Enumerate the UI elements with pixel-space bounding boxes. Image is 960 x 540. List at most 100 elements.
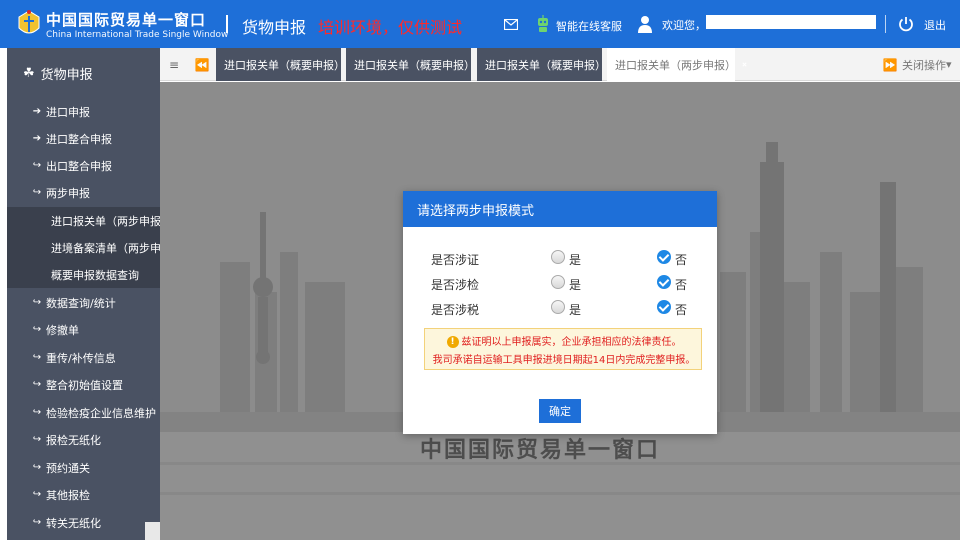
sign-out-icon: ↪ — [32, 462, 42, 473]
sidebar-item-resend-info[interactable]: ↪ 重传/补传信息 — [7, 344, 160, 371]
close-operations-dropdown[interactable]: 关闭操作 ▾ — [902, 48, 952, 81]
sidebar-item-export-integrated[interactable]: ↪ 出口整合申报 — [7, 152, 160, 179]
sidebar-item-label: 修撤单 — [46, 323, 79, 337]
user-name-redacted — [706, 15, 876, 29]
sidebar-item-paperless-inspection[interactable]: ↪ 报检无纸化 — [7, 426, 160, 453]
header-divider — [226, 15, 228, 33]
tab-label: 进口报关单（概要申报） — [224, 58, 345, 72]
sidebar-item-import-declaration[interactable]: ➔ 进口申报 — [7, 98, 160, 125]
sidebar-item-modify-withdraw[interactable]: ↪ 修撤单 — [7, 316, 160, 343]
radio-yes[interactable] — [551, 300, 565, 314]
sidebar-item-label: 进境备案清单（两步申报 — [51, 241, 160, 255]
sidebar-title[interactable]: ☘ 货物申报 — [7, 48, 160, 98]
sign-out-icon: ↪ — [32, 324, 42, 335]
user-icon — [638, 0, 652, 48]
online-service-link[interactable]: 智能在线客服 — [556, 18, 622, 34]
radio-yes[interactable] — [551, 250, 565, 264]
sidebar-item-two-step[interactable]: ↪ 两步申报 — [7, 179, 160, 206]
radio-no[interactable] — [657, 275, 671, 289]
tab-import-summary-1[interactable]: 进口报关单（概要申报） — [216, 48, 345, 81]
radio-no[interactable] — [657, 300, 671, 314]
tab-label: 进口报关单（两步申报） — [615, 58, 736, 72]
menu-toggle-icon[interactable]: ≡ — [160, 48, 188, 81]
tab-import-two-step[interactable]: 进口报关单（两步申报） — [607, 48, 736, 81]
sign-out-icon: ↪ — [32, 407, 42, 418]
logo-title: 中国国际贸易单一窗口 — [46, 11, 207, 29]
sidebar-item-appointment-clearance[interactable]: ↪ 预约通关 — [7, 454, 160, 481]
dialog-title: 请选择两步申报模式 — [403, 191, 717, 227]
radio-yes-label: 是 — [569, 303, 582, 317]
environment-label: 培训环境，仅供测试 — [318, 18, 463, 37]
question-label: 是否涉证 — [431, 253, 480, 267]
tab-import-summary-3[interactable]: 进口报关单（概要申报） — [477, 48, 606, 81]
sign-out-icon: ↪ — [32, 434, 42, 445]
sidebar-item-other-inspection[interactable]: ↪ 其他报检 — [7, 481, 160, 508]
sidebar-item-initial-settings[interactable]: ↪ 整合初始值设置 — [7, 371, 160, 398]
scroll-right-icon[interactable]: ⏩ — [876, 48, 904, 81]
module-title: 货物申报 — [242, 18, 307, 37]
sidebar-subitem-summary-query[interactable]: 概要申报数据查询 — [7, 261, 160, 288]
question-row-license: 是否涉证 是 否 — [403, 248, 717, 268]
radio-no-label: 否 — [675, 253, 688, 267]
radio-yes[interactable] — [551, 275, 565, 289]
radio-no[interactable] — [657, 250, 671, 264]
robot-icon[interactable] — [536, 0, 550, 48]
sign-out-icon: ↪ — [32, 297, 42, 308]
tab-bar: ≡ ⏪ 进口报关单（概要申报） 进口报关单（概要申报） 进口报关单（概要申报） … — [160, 48, 960, 81]
sidebar-item-label: 报检无纸化 — [46, 433, 101, 447]
two-step-mode-dialog: 请选择两步申报模式 是否涉证 是 否 是否涉检 是 否 是否涉税 是 否 ! 兹证… — [403, 191, 717, 434]
caret-down-icon: ▾ — [946, 58, 952, 71]
sign-in-icon: ➔ — [32, 106, 42, 117]
header-divider — [885, 15, 886, 33]
notice-line-2: 我司承诺自运输工具申报进境日期起14日内完成完整申报。 — [432, 355, 696, 366]
sidebar-item-label: 重传/补传信息 — [46, 351, 116, 365]
sign-out-icon: ↪ — [32, 352, 42, 363]
scroll-left-icon[interactable]: ⏪ — [188, 48, 216, 81]
sidebar-subitem-entry-filing-two-step[interactable]: 进境备案清单（两步申报 — [7, 234, 160, 261]
logo-subtitle: China International Trade Single Window — [46, 30, 229, 40]
question-row-inspection: 是否涉检 是 否 — [403, 273, 717, 293]
sidebar-item-label: 其他报检 — [46, 488, 90, 502]
sidebar-item-paperless-transit[interactable]: ↪ 转关无纸化 — [7, 509, 160, 536]
sidebar-item-label: 预约通关 — [46, 461, 90, 475]
power-icon[interactable] — [898, 0, 914, 48]
sidebar-item-label: 整合初始值设置 — [46, 378, 123, 392]
notice-line-1: ! 兹证明以上申报属实，企业承担相应的法律责任。 — [425, 333, 703, 348]
legal-notice: ! 兹证明以上申报属实，企业承担相应的法律责任。 我司承诺自运输工具申报进境日期起… — [424, 328, 702, 370]
sign-out-icon: ↪ — [32, 517, 42, 528]
sign-out-icon: ↪ — [32, 379, 42, 390]
sidebar: ☘ 货物申报 ➔ 进口申报 ➔ 进口整合申报 ↪ 出口整合申报 ↪ 两步申报 进口报关单… — [7, 48, 160, 540]
portal-caption: 中国国际贸易单一窗口 — [420, 438, 661, 463]
sidebar-item-import-integrated[interactable]: ➔ 进口整合申报 — [7, 125, 160, 152]
sidebar-item-label: 数据查询/统计 — [46, 296, 116, 310]
radio-yes-label: 是 — [569, 278, 582, 292]
sidebar-item-data-query[interactable]: ↪ 数据查询/统计 — [7, 289, 160, 316]
sign-in-icon: ➔ — [32, 133, 42, 144]
logout-button[interactable]: 退出 — [924, 17, 946, 33]
question-label: 是否涉税 — [431, 303, 480, 317]
radio-no-label: 否 — [675, 303, 688, 317]
close-ops-label: 关闭操作 — [902, 58, 946, 72]
sidebar-subitem-import-two-step[interactable]: 进口报关单（两步申报） — [7, 207, 160, 234]
confirm-button[interactable]: 确定 — [539, 399, 581, 423]
question-row-tax: 是否涉税 是 否 — [403, 298, 717, 318]
sidebar-item-label: 进口整合申报 — [46, 132, 112, 146]
customs-emblem-icon — [18, 10, 40, 34]
sidebar-item-label: 出口整合申报 — [46, 159, 112, 173]
sidebar-item-label: 进口申报 — [46, 105, 90, 119]
mail-icon[interactable] — [504, 0, 518, 48]
sidebar-item-inspection-enterprise[interactable]: ↪ 检验检疫企业信息维护 — [7, 399, 160, 426]
radio-no-label: 否 — [675, 278, 688, 292]
notice-text: 兹证明以上申报属实，企业承担相应的法律责任。 — [461, 337, 682, 348]
sign-out-icon: ↪ — [32, 489, 42, 500]
scrollbar-track[interactable] — [145, 522, 160, 540]
tab-label: 进口报关单（概要申报） — [354, 58, 475, 72]
tab-import-summary-2[interactable]: 进口报关单（概要申报） — [346, 48, 475, 81]
sign-out-icon: ↪ — [32, 160, 42, 171]
welcome-text: 欢迎您， — [662, 19, 706, 32]
sign-out-icon: ↪ — [32, 187, 42, 198]
sidebar-item-label: 检验检疫企业信息维护 — [46, 406, 156, 420]
cubes-icon: ☘ — [23, 65, 35, 81]
top-header: 中国国际贸易单一窗口 China International Trade Sin… — [0, 0, 960, 48]
sidebar-item-label: 两步申报 — [46, 186, 90, 200]
